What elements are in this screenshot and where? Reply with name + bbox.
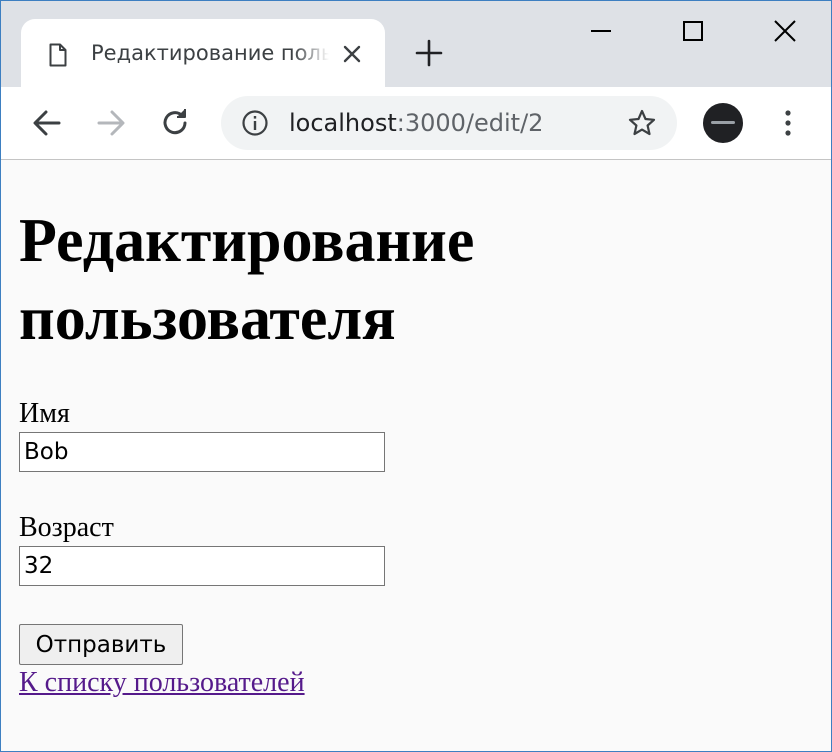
info-icon[interactable]: [241, 109, 269, 137]
browser-window: Редактирование пользователя: [0, 0, 832, 752]
name-label: Имя: [19, 398, 70, 429]
tab-title: Редактирование пользователя: [91, 41, 329, 65]
arrow-right-icon: [97, 110, 125, 136]
back-button[interactable]: [29, 105, 65, 141]
url-host: localhost: [289, 109, 397, 137]
minimize-icon: [591, 30, 611, 32]
age-label: Возраст: [19, 512, 114, 543]
plus-icon: [415, 39, 443, 67]
address-bar[interactable]: localhost:3000/edit/2: [221, 96, 677, 150]
maximize-button[interactable]: [673, 15, 713, 47]
maximize-icon: [683, 21, 703, 41]
url-text[interactable]: localhost:3000/edit/2: [289, 106, 543, 140]
arrow-left-icon: [33, 110, 61, 136]
close-icon: [774, 20, 796, 42]
menu-button[interactable]: [775, 107, 801, 139]
name-input[interactable]: [19, 432, 385, 472]
browser-tab[interactable]: Редактирование пользователя: [21, 19, 385, 87]
browser-toolbar: localhost:3000/edit/2: [1, 87, 831, 160]
users-list-link[interactable]: К списку пользователей: [19, 666, 305, 700]
profile-avatar[interactable]: [703, 103, 743, 143]
close-icon[interactable]: [340, 42, 364, 66]
window-close-button[interactable]: [765, 15, 805, 47]
page-title: Редактирование пользователя: [19, 207, 475, 353]
forward-button[interactable]: [93, 105, 129, 141]
url-path: :3000/edit/2: [396, 109, 544, 137]
kebab-menu-icon: [785, 110, 791, 136]
page-content: Редактирование пользователя Имя Возраст …: [1, 160, 831, 751]
new-tab-button[interactable]: [413, 37, 445, 69]
tab-strip: Редактирование пользователя: [1, 1, 831, 87]
age-input[interactable]: [19, 546, 385, 586]
page-icon: [49, 43, 67, 67]
reload-button[interactable]: [157, 105, 193, 141]
minimize-button[interactable]: [581, 15, 621, 47]
reload-icon: [163, 109, 187, 135]
submit-button[interactable]: Отправить: [19, 624, 183, 665]
star-icon[interactable]: [627, 108, 657, 138]
